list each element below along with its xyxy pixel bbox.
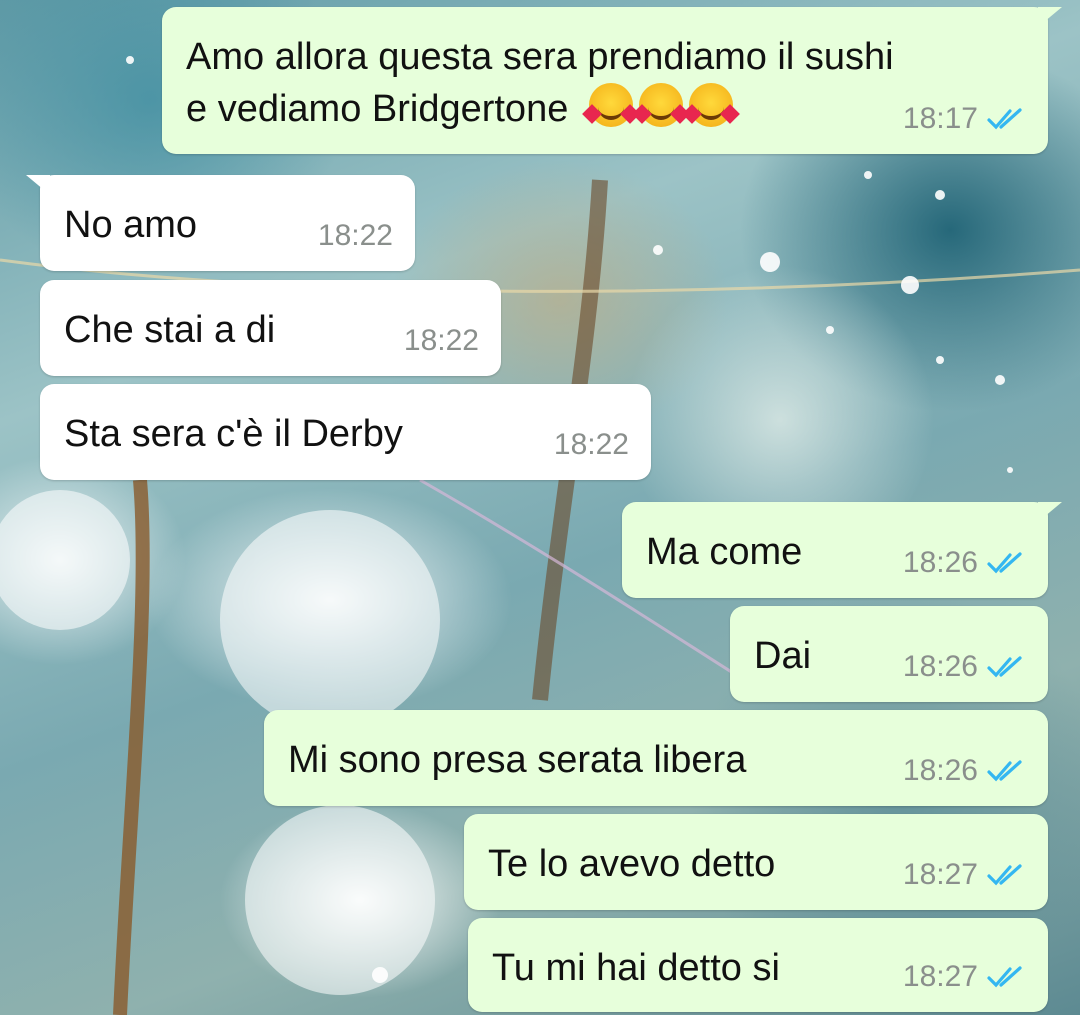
bubble-tail xyxy=(26,175,50,195)
message-incoming[interactable]: Che stai a di 18:22 xyxy=(40,280,501,376)
message-text: Che stai a di xyxy=(64,309,276,351)
message-time: 18:26 xyxy=(902,650,978,683)
double-check-read-icon xyxy=(987,864,1022,886)
double-check-read-icon xyxy=(987,966,1022,988)
double-check-read-icon xyxy=(987,656,1022,678)
double-check-read-icon xyxy=(987,108,1022,130)
message-time: 18:26 xyxy=(902,546,978,579)
message-incoming[interactable]: Sta sera c'è il Derby 18:22 xyxy=(40,384,651,480)
message-time: 18:22 xyxy=(553,428,629,461)
message-time: 18:22 xyxy=(317,219,393,252)
message-text: Ma come xyxy=(646,531,803,573)
message-text: Te lo avevo detto xyxy=(488,843,776,885)
message-time: 18:26 xyxy=(902,754,978,787)
message-outgoing[interactable]: Dai 18:26 xyxy=(730,606,1048,702)
message-outgoing[interactable]: Amo allora questa sera prendiamo il sush… xyxy=(162,7,1062,154)
smiling-face-with-hearts-icon xyxy=(582,83,740,130)
message-text: Amo allora questa sera prendiamo il sush… xyxy=(186,36,894,78)
message-text: No amo xyxy=(64,204,198,246)
message-text: Dai xyxy=(754,635,812,677)
message-time: 18:27 xyxy=(902,960,978,993)
message-outgoing[interactable]: Ma come 18:26 xyxy=(622,502,1062,598)
message-text: Mi sono presa serata libera xyxy=(288,739,747,781)
bubble-tail xyxy=(1038,502,1062,522)
double-check-read-icon xyxy=(987,552,1022,574)
message-text: Sta sera c'è il Derby xyxy=(64,413,403,455)
message-text: Tu mi hai detto si xyxy=(492,947,780,989)
message-time: 18:27 xyxy=(902,858,978,891)
message-time: 18:22 xyxy=(403,324,479,357)
message-outgoing[interactable]: Tu mi hai detto si 18:27 xyxy=(468,918,1048,1012)
bubble-tail xyxy=(1038,7,1062,27)
message-text: e vediamo Bridgertone xyxy=(186,88,569,130)
message-outgoing[interactable]: Mi sono presa serata libera 18:26 xyxy=(264,710,1048,806)
message-incoming[interactable]: No amo 18:22 xyxy=(26,175,415,271)
double-check-read-icon xyxy=(987,760,1022,782)
message-outgoing[interactable]: Te lo avevo detto 18:27 xyxy=(464,814,1048,910)
message-time: 18:17 xyxy=(902,102,978,135)
